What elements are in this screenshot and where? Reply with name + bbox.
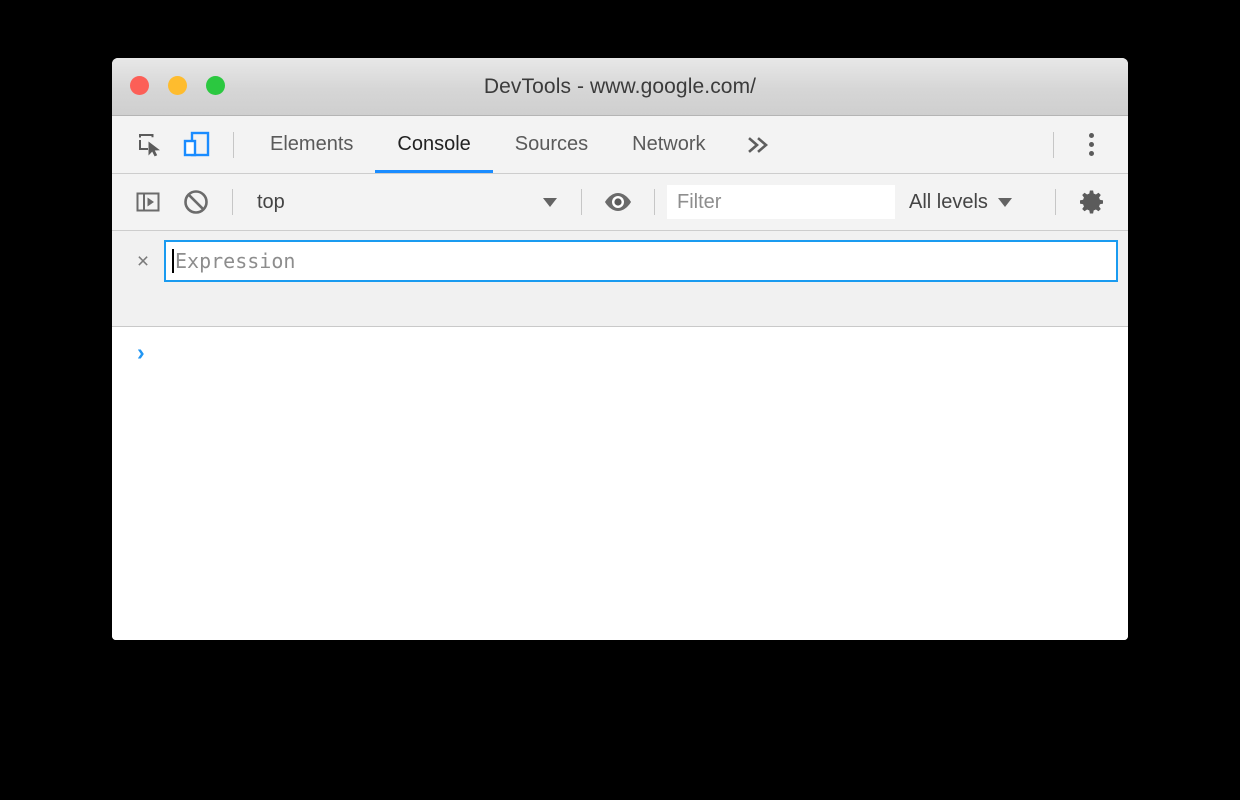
console-sidebar-toggle-button[interactable] [124,180,172,224]
tab-elements-label: Elements [270,133,354,155]
tab-network[interactable]: Network [610,116,727,173]
tab-sources[interactable]: Sources [493,116,610,173]
clear-console-icon [184,190,208,214]
tabbar-divider [233,131,234,158]
console-prompt-arrow-icon: › [137,339,145,365]
log-level-value: All levels [909,190,988,213]
window-titlebar: DevTools - www.google.com/ [112,58,1128,116]
console-toolbar-right-group [1043,180,1128,224]
console-prompt-row[interactable]: › [112,339,1128,369]
toggle-device-toolbar-button[interactable] [173,123,219,167]
console-toolbar: top All levels [112,174,1128,231]
device-toolbar-icon [183,131,210,156]
chevron-down-icon [997,197,1012,207]
tab-network-label: Network [632,133,706,155]
create-live-expression-button[interactable] [594,180,642,224]
chevron-down-icon [543,197,557,207]
console-toolbar-divider-3 [654,189,655,215]
close-window-button[interactable] [130,76,149,95]
console-toolbar-divider-2 [581,189,582,215]
execution-context-selector[interactable]: top [245,180,569,224]
panel-tabs: Elements Console Sources Network [248,116,790,173]
console-output-area[interactable]: › [112,327,1128,640]
console-filter-input[interactable] [667,185,895,219]
console-toolbar-divider-1 [232,189,233,215]
inspect-element-icon [139,133,160,156]
gear-icon [1080,190,1103,214]
console-sidebar-icon [136,192,160,212]
tab-console-label: Console [397,133,471,155]
eye-icon [605,193,631,211]
execution-context-value: top [257,190,285,213]
main-menu-button[interactable] [1068,123,1114,167]
minimize-window-button[interactable] [168,76,187,95]
live-expression-input[interactable]: Expression [164,240,1118,282]
text-cursor [172,249,174,273]
clear-console-button[interactable] [172,180,220,224]
tab-sources-label: Sources [514,133,589,155]
console-settings-button[interactable] [1068,180,1116,224]
traffic-light-group [130,76,225,95]
tab-console[interactable]: Console [375,116,494,173]
window-title: DevTools - www.google.com/ [483,74,757,98]
live-expression-row: × Expression [112,240,1128,282]
three-dots-vertical-icon [1088,142,1094,147]
more-tabs-button[interactable] [728,116,790,173]
inspect-element-button[interactable] [127,123,173,167]
log-level-selector[interactable]: All levels [895,180,1026,224]
tabbar-right-divider [1053,131,1054,158]
chevron-double-right-icon [747,136,768,153]
tab-elements[interactable]: Elements [248,116,375,173]
maximize-window-button[interactable] [206,76,225,95]
tabbar-right-group [1039,116,1128,173]
console-prompt-input[interactable] [145,339,1128,365]
three-dots-vertical-icon [1088,151,1094,156]
three-dots-vertical-icon [1088,133,1094,138]
remove-live-expression-button[interactable]: × [128,246,158,276]
devtools-tabbar: Elements Console Sources Network [112,116,1128,174]
live-expression-placeholder: Expression [175,249,296,273]
devtools-window: DevTools - www.google.com/ Elements Cons… [112,58,1128,640]
console-toolbar-divider-4 [1055,189,1056,215]
live-expression-pane: × Expression [112,231,1128,327]
